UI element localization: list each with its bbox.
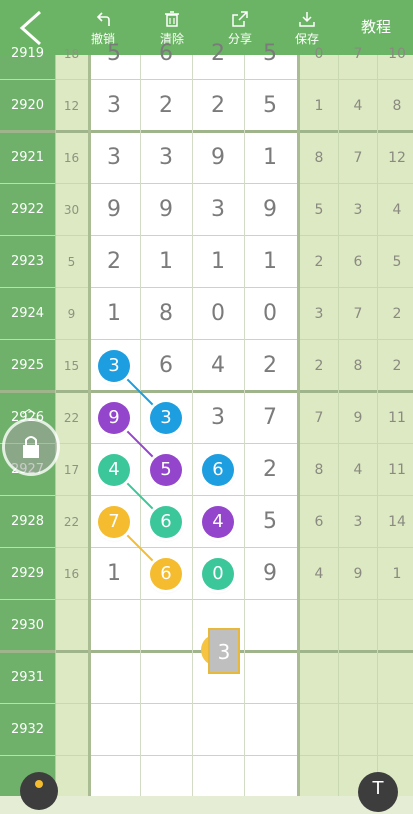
number-input-cell[interactable]: 3 <box>208 628 240 674</box>
pen-icon <box>35 780 43 788</box>
number-ball[interactable]: 3 <box>150 402 182 434</box>
lock-icon <box>23 436 39 458</box>
number-ball[interactable]: 9 <box>98 402 130 434</box>
number-ball[interactable]: 4 <box>202 506 234 538</box>
number-ball[interactable]: 4 <box>98 454 130 486</box>
number-ball[interactable]: 6 <box>150 506 182 538</box>
undo-icon <box>96 12 110 26</box>
lock-toggle-button[interactable] <box>5 421 57 473</box>
number-ball[interactable]: 6 <box>202 454 234 486</box>
trend-grid: 2919 18 5 6 2 5 0 7 10 2920 12 3 2 2 5 1 4 8 2921 16 3 3 9 1 8 7 1… <box>0 41 413 796</box>
number-ball[interactable]: 0 <box>202 558 234 590</box>
share-icon <box>232 11 248 27</box>
pen-tool-button[interactable] <box>20 772 58 810</box>
text-tool-button[interactable]: T <box>358 772 398 812</box>
number-ball[interactable]: 5 <box>150 454 182 486</box>
number-ball[interactable]: 6 <box>150 558 182 590</box>
download-icon <box>299 12 315 27</box>
trash-icon <box>165 11 179 27</box>
chevron-up-icon: ︿ <box>22 401 36 417</box>
number-ball[interactable]: 3 <box>98 350 130 382</box>
number-ball[interactable]: 7 <box>98 506 130 538</box>
connector-lines <box>113 365 167 575</box>
